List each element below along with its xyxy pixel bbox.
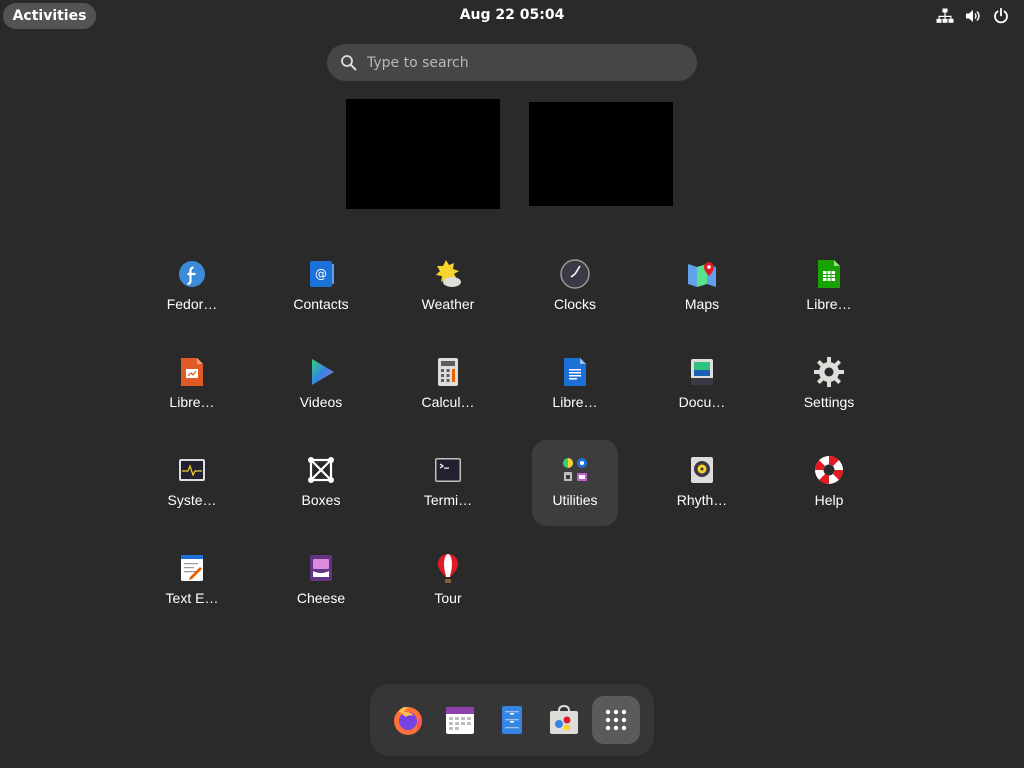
app-videos[interactable]: Videos bbox=[278, 342, 364, 428]
dash bbox=[370, 684, 654, 756]
top-bar: Activities Aug 22 05:04 bbox=[0, 0, 1024, 32]
app-rhythmbox[interactable]: Rhyth… bbox=[659, 440, 745, 526]
app-settings[interactable]: Settings bbox=[786, 342, 872, 428]
terminal-icon bbox=[435, 458, 461, 482]
app-libreoffice-writer[interactable]: Libre… bbox=[532, 342, 618, 428]
app-contacts[interactable]: @ Contacts bbox=[278, 244, 364, 330]
app-tour[interactable]: Tour bbox=[405, 538, 491, 624]
app-utilities-folder[interactable]: Utilities bbox=[532, 440, 618, 526]
software-icon bbox=[550, 704, 578, 734]
app-label: Settings bbox=[803, 394, 855, 410]
app-label: Syste… bbox=[167, 492, 217, 508]
fedora-icon bbox=[179, 261, 205, 287]
libreoffice-calc-icon bbox=[818, 260, 840, 288]
app-label: Text E… bbox=[165, 590, 219, 606]
app-label: Rhyth… bbox=[676, 492, 728, 508]
cheese-icon bbox=[310, 555, 332, 581]
app-label: Fedor… bbox=[166, 296, 218, 312]
app-boxes[interactable]: Boxes bbox=[278, 440, 364, 526]
app-label: Libre… bbox=[806, 296, 852, 312]
app-clocks[interactable]: Clocks bbox=[532, 244, 618, 330]
dash-item-files[interactable] bbox=[488, 696, 536, 744]
app-libreoffice-impress[interactable]: Libre… bbox=[149, 342, 235, 428]
app-weather[interactable]: Weather bbox=[405, 244, 491, 330]
volume-icon[interactable] bbox=[964, 7, 982, 25]
app-label: Boxes bbox=[301, 492, 341, 508]
app-libreoffice-calc[interactable]: Libre… bbox=[786, 244, 872, 330]
app-fedora[interactable]: Fedor… bbox=[149, 244, 235, 330]
search-bar[interactable] bbox=[327, 44, 697, 81]
app-label: Weather bbox=[421, 296, 475, 312]
network-icon[interactable] bbox=[936, 7, 954, 25]
app-maps[interactable]: Maps bbox=[659, 244, 745, 330]
app-label: Docu… bbox=[678, 394, 726, 410]
firefox-icon bbox=[394, 707, 422, 735]
libreoffice-writer-icon bbox=[564, 358, 586, 386]
app-label: Libre… bbox=[552, 394, 598, 410]
app-label: Videos bbox=[299, 394, 343, 410]
app-cheese[interactable]: Cheese bbox=[278, 538, 364, 624]
app-label: Maps bbox=[684, 296, 720, 312]
dash-item-calendar[interactable] bbox=[436, 696, 484, 744]
workspace-thumbnail-1[interactable] bbox=[346, 99, 500, 209]
clock-text[interactable]: Aug 22 05:04 bbox=[460, 7, 565, 23]
utilities-folder-icon bbox=[563, 458, 587, 481]
system-monitor-icon bbox=[179, 459, 205, 481]
contacts-icon: @ bbox=[310, 261, 334, 287]
clock[interactable]: Aug 22 05:04 bbox=[0, 7, 1024, 23]
tour-balloon-icon bbox=[438, 554, 458, 583]
app-help[interactable]: Help bbox=[786, 440, 872, 526]
app-document-scanner[interactable]: Docu… bbox=[659, 342, 745, 428]
boxes-icon bbox=[308, 457, 334, 483]
weather-icon bbox=[436, 260, 461, 287]
app-label: Termi… bbox=[423, 492, 473, 508]
app-system-monitor[interactable]: Syste… bbox=[149, 440, 235, 526]
app-text-editor[interactable]: Text E… bbox=[149, 538, 235, 624]
dash-item-firefox[interactable] bbox=[384, 696, 432, 744]
search-icon bbox=[341, 55, 357, 71]
app-label: Help bbox=[814, 492, 844, 508]
maps-icon bbox=[688, 262, 716, 287]
workspace-thumbnail-2[interactable] bbox=[529, 102, 673, 206]
app-label: Tour bbox=[434, 590, 462, 606]
app-label: Calcul… bbox=[421, 394, 475, 410]
search-input[interactable] bbox=[367, 54, 667, 71]
calendar-icon bbox=[446, 707, 474, 734]
files-icon bbox=[502, 706, 522, 734]
app-calculator[interactable]: Calcul… bbox=[405, 342, 491, 428]
app-label: Libre… bbox=[169, 394, 215, 410]
libreoffice-impress-icon bbox=[181, 358, 203, 386]
clocks-icon bbox=[560, 259, 590, 289]
rhythmbox-icon bbox=[691, 457, 713, 483]
svg-text:@: @ bbox=[315, 267, 327, 281]
app-label: Cheese bbox=[296, 590, 346, 606]
dash-item-show-apps[interactable] bbox=[592, 696, 640, 744]
app-terminal[interactable]: Termi… bbox=[405, 440, 491, 526]
text-editor-icon bbox=[181, 555, 203, 581]
app-label: Contacts bbox=[293, 296, 349, 312]
dash-item-software[interactable] bbox=[540, 696, 588, 744]
power-icon[interactable] bbox=[992, 7, 1010, 25]
help-lifebuoy-icon bbox=[814, 455, 844, 485]
app-label: Utilities bbox=[552, 492, 598, 508]
document-scanner-icon bbox=[691, 359, 713, 385]
system-tray[interactable] bbox=[936, 7, 1010, 25]
show-apps-icon bbox=[605, 709, 627, 731]
settings-gear-icon bbox=[814, 357, 844, 387]
videos-icon bbox=[312, 359, 334, 385]
calculator-icon bbox=[438, 358, 458, 386]
app-label: Clocks bbox=[553, 296, 596, 312]
